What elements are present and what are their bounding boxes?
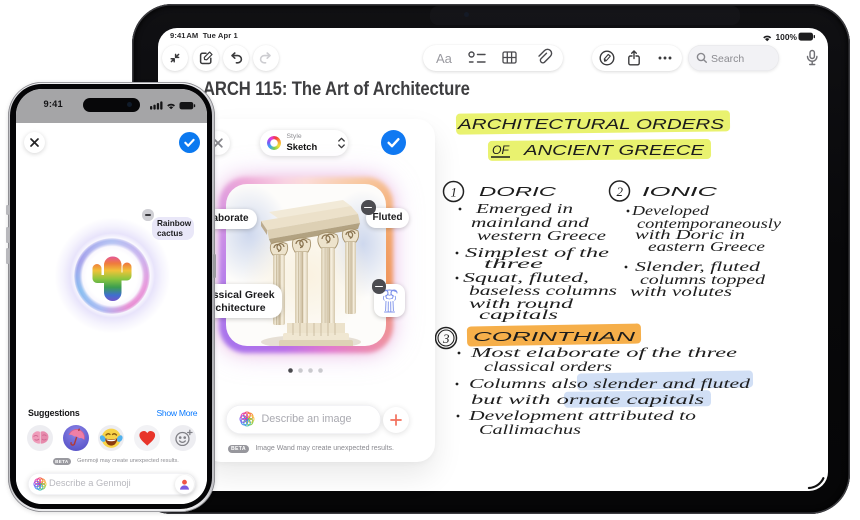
svg-text:3: 3: [442, 331, 450, 346]
svg-text:DORIC: DORIC: [479, 185, 558, 199]
svg-text:eastern Greece: eastern Greece: [648, 239, 765, 254]
svg-text:Columns also slender and flute: Columns also slender and fluted: [469, 376, 750, 391]
svg-text:with volutes: with volutes: [630, 284, 732, 299]
svg-text:ANCIENT GREECE: ANCIENT GREECE: [523, 143, 705, 159]
svg-text:OF: OF: [492, 145, 510, 157]
svg-text:western Greece: western Greece: [477, 228, 606, 243]
svg-text:1: 1: [451, 185, 458, 200]
svg-text:three: three: [484, 256, 543, 271]
svg-text:2: 2: [617, 184, 624, 199]
svg-text:capitals: capitals: [479, 307, 558, 322]
svg-text:but with ornate capitals: but with ornate capitals: [471, 392, 704, 407]
svg-text:Most elaborate of the three: Most elaborate of the three: [469, 345, 737, 360]
svg-text:Emerged in: Emerged in: [474, 201, 573, 216]
svg-text:Development attributed to: Development attributed to: [467, 408, 696, 423]
svg-text:CORINTHIAN: CORINTHIAN: [473, 330, 637, 344]
svg-text:ARCHITECTURAL ORDERS: ARCHITECTURAL ORDERS: [457, 116, 724, 133]
svg-text:classical orders: classical orders: [484, 359, 612, 374]
svg-text:IONIC: IONIC: [642, 185, 719, 199]
svg-text:Callimachus: Callimachus: [479, 422, 581, 437]
